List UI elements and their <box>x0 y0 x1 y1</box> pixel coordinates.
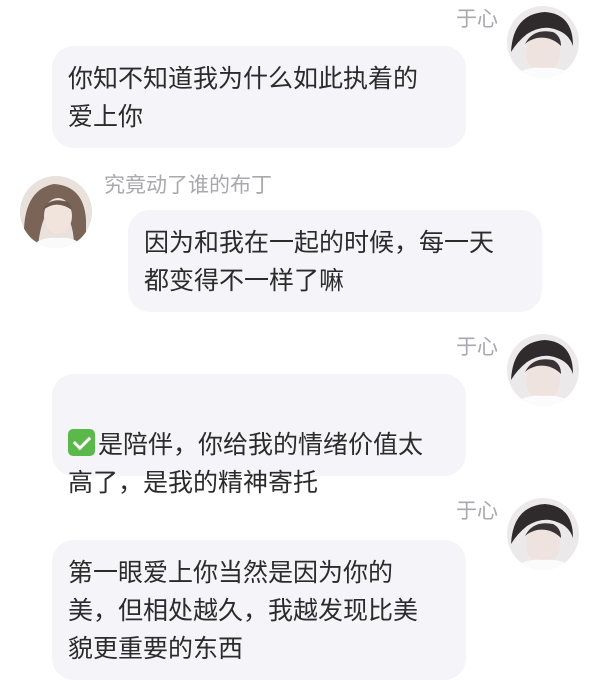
message-bubble[interactable]: 是陪伴，你给我的情绪价值太 高了，是我的精神寄托 <box>52 374 466 497</box>
avatar-image-icon <box>507 334 579 406</box>
avatar-yuxin[interactable] <box>507 334 579 406</box>
check-mark-icon <box>68 429 95 456</box>
avatar-image-icon <box>507 6 579 78</box>
message-bubble[interactable]: 你知不知道我为什么如此执着的 爱上你 <box>52 46 466 148</box>
sender-name: 于心 <box>456 7 498 31</box>
sender-name: 于心 <box>456 335 498 359</box>
message-text: 是陪伴，你给我的情绪价值太 高了，是我的精神寄托 <box>68 430 424 497</box>
message-bubble[interactable]: 第一眼爱上你当然是因为你的 美，但相处越久，我越发现比美 貌更重要的东西 <box>52 540 466 680</box>
sender-name: 究竟动了谁的布丁 <box>104 173 272 197</box>
avatar-yuxin[interactable] <box>507 498 579 570</box>
avatar-yuxin[interactable] <box>507 6 579 78</box>
message-bubble[interactable]: 因为和我在一起的时候，每一天 都变得不一样了嘛 <box>128 210 542 312</box>
sender-name: 于心 <box>456 499 498 523</box>
avatar-image-icon <box>20 176 92 248</box>
avatar-image-icon <box>507 498 579 570</box>
avatar-bading[interactable] <box>20 176 92 248</box>
